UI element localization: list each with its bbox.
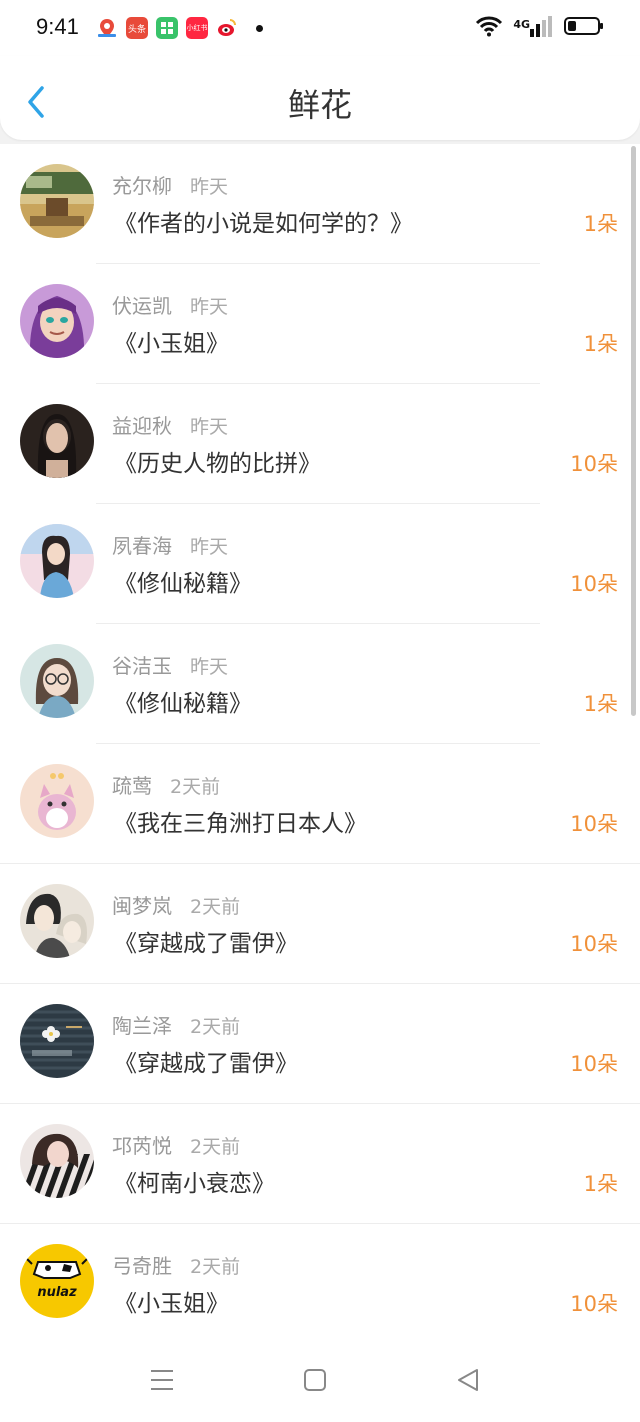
- xiaohongshu-app-icon: 小红书: [186, 17, 208, 39]
- list-item[interactable]: 闽梦岚 2天前 《穿越成了雷伊》 10朵: [0, 864, 640, 984]
- time-label: 2天前: [190, 1136, 241, 1158]
- flower-count: 10朵: [570, 452, 618, 476]
- wifi-icon: [476, 16, 503, 37]
- book-title[interactable]: 《小玉姐》: [114, 324, 229, 358]
- time-label: 昨天: [190, 536, 229, 558]
- book-title[interactable]: 《作者的小说是如何学的？》: [114, 204, 413, 238]
- avatar[interactable]: [20, 1004, 94, 1078]
- user-name: 邛芮悦 2天前: [112, 1130, 240, 1159]
- flower-count: 1朵: [583, 212, 618, 236]
- book-title[interactable]: 《修仙秘籍》: [114, 564, 252, 598]
- user-name: 陶兰泽 2天前: [112, 1010, 240, 1039]
- time-label: 2天前: [190, 1016, 241, 1038]
- flower-count: 1朵: [583, 692, 618, 716]
- user-name-text: 弓奇胜: [112, 1254, 172, 1278]
- flower-count: 1朵: [583, 332, 618, 356]
- avatar[interactable]: [20, 764, 94, 838]
- list-item[interactable]: 伏运凯 昨天 《小玉姐》 1朵: [0, 264, 640, 384]
- time-label: 2天前: [190, 1256, 241, 1278]
- user-name: 弓奇胜 2天前: [112, 1250, 240, 1279]
- weibo-app-icon: [216, 17, 238, 39]
- wechat-miniapp-icon: [156, 17, 178, 39]
- avatar[interactable]: [20, 404, 94, 478]
- maps-app-icon: [96, 17, 118, 39]
- list-item[interactable]: 邛芮悦 2天前 《柯南小衰恋》 1朵: [0, 1104, 640, 1224]
- time-label: 昨天: [190, 176, 229, 198]
- user-name-text: 充尔柳: [112, 174, 172, 198]
- flower-record-list[interactable]: 充尔柳 昨天 《作者的小说是如何学的？》 1朵 伏运凯 昨天 《小玉姐》 1朵 益迎…: [0, 144, 640, 1340]
- user-name-text: 疏莺: [112, 774, 152, 798]
- list-item[interactable]: 谷洁玉 昨天 《修仙秘籍》 1朵: [0, 624, 640, 744]
- avatar[interactable]: [20, 884, 94, 958]
- time-label: 昨天: [190, 656, 229, 678]
- user-name-text: 闽梦岚: [112, 894, 172, 918]
- flower-count: 10朵: [570, 1052, 618, 1076]
- home-button[interactable]: [295, 1360, 335, 1400]
- user-name-text: 伏运凯: [112, 294, 172, 318]
- flower-count: 10朵: [570, 572, 618, 596]
- user-name-text: 夙春海: [112, 534, 172, 558]
- svg-text:nulaz: nulaz: [37, 1285, 77, 1300]
- user-name: 谷洁玉 昨天: [112, 650, 228, 679]
- time-label: 昨天: [190, 416, 229, 438]
- book-title[interactable]: 《柯南小衰恋》: [114, 1164, 275, 1198]
- avatar[interactable]: [20, 644, 94, 718]
- page-title: 鲜花: [287, 86, 352, 124]
- more-notifications-dot: [256, 24, 263, 32]
- system-nav-bar: [0, 1340, 640, 1422]
- book-title[interactable]: 《历史人物的比拼》: [114, 444, 321, 478]
- flower-count: 10朵: [570, 1292, 618, 1316]
- user-name-text: 陶兰泽: [112, 1014, 172, 1038]
- list-item[interactable]: 充尔柳 昨天 《作者的小说是如何学的？》 1朵: [0, 144, 640, 264]
- cell-signal: 4G: [513, 15, 554, 37]
- user-name: 闽梦岚 2天前: [112, 890, 240, 919]
- toutiao-app-icon: 头条: [126, 17, 148, 39]
- list-item[interactable]: 疏莺 2天前 《我在三角洲打日本人》 10朵: [0, 744, 640, 864]
- time-label: 2天前: [170, 776, 221, 798]
- flower-count: 10朵: [570, 932, 618, 956]
- list-item[interactable]: 陶兰泽 2天前 《穿越成了雷伊》 10朵: [0, 984, 640, 1104]
- user-name: 伏运凯 昨天: [112, 290, 228, 319]
- menu-button[interactable]: [142, 1360, 182, 1400]
- book-title[interactable]: 《穿越成了雷伊》: [114, 1044, 298, 1078]
- flower-count: 1朵: [583, 1172, 618, 1196]
- time-label: 2天前: [190, 896, 241, 918]
- user-name-text: 谷洁玉: [112, 654, 172, 678]
- book-title[interactable]: 《穿越成了雷伊》: [114, 924, 298, 958]
- user-name-text: 邛芮悦: [112, 1134, 172, 1158]
- user-name: 益迎秋 昨天: [112, 410, 228, 439]
- home-square-icon: [304, 1369, 326, 1391]
- avatar[interactable]: [20, 524, 94, 598]
- notification-icons: 头条 小红书: [96, 17, 263, 39]
- flower-count: 10朵: [570, 812, 618, 836]
- time-label: 昨天: [190, 296, 229, 318]
- system-indicators: 4G: [475, 15, 603, 37]
- user-name: 疏莺 2天前: [112, 770, 220, 799]
- avatar[interactable]: [20, 1124, 94, 1198]
- triangle-back-icon: [458, 1369, 478, 1391]
- avatar[interactable]: [20, 284, 94, 358]
- list-item[interactable]: nulaz 弓奇胜 2天前 《小玉姐》 10朵: [0, 1224, 640, 1340]
- list-item[interactable]: 夙春海 昨天 《修仙秘籍》 10朵: [0, 504, 640, 624]
- scrollbar[interactable]: [631, 146, 636, 716]
- status-bar: 9:41 头条 小红书 4G: [0, 0, 640, 56]
- user-name-text: 益迎秋: [112, 414, 172, 438]
- list-item[interactable]: 益迎秋 昨天 《历史人物的比拼》 10朵: [0, 384, 640, 504]
- user-name: 夙春海 昨天: [112, 530, 228, 559]
- status-time: 9:41: [36, 14, 79, 39]
- battery-fill: [568, 21, 577, 31]
- user-name: 充尔柳 昨天: [112, 170, 228, 199]
- menu-icon: [151, 1370, 173, 1390]
- book-title[interactable]: 《我在三角洲打日本人》: [114, 804, 367, 838]
- nav-back-button[interactable]: [448, 1360, 488, 1400]
- network-type: 4G: [513, 18, 530, 31]
- book-title[interactable]: 《小玉姐》: [114, 1284, 229, 1318]
- signal-icon: [530, 16, 552, 37]
- book-title[interactable]: 《修仙秘籍》: [114, 684, 252, 718]
- avatar[interactable]: [20, 164, 94, 238]
- avatar[interactable]: nulaz: [20, 1244, 94, 1318]
- title-bar: 鲜花: [0, 56, 640, 140]
- battery-icon: [564, 17, 603, 35]
